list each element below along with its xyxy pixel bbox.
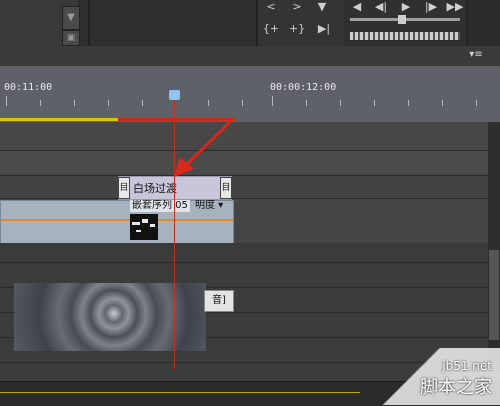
expand-down-icon[interactable]: ▼ xyxy=(62,6,80,30)
transition-left-handle[interactable]: 目 xyxy=(118,177,130,199)
arrow-annotation-icon xyxy=(174,118,234,177)
play-in-to-out-button[interactable]: ▶| xyxy=(313,22,335,36)
ruler-tick xyxy=(340,100,341,106)
jog-wheel[interactable] xyxy=(350,32,460,40)
clip-name-label: 嵌套序列 05 xyxy=(130,200,190,212)
audio-clip-tab[interactable]: 音] xyxy=(204,290,234,312)
go-to-out-button[interactable]: ▶▶ xyxy=(444,0,466,13)
clip-thumbnail xyxy=(130,214,158,240)
watermark-site: jb51.net xyxy=(442,359,492,373)
ruler-tick xyxy=(374,100,375,106)
shuttle-thumb[interactable] xyxy=(398,15,406,24)
go-to-in-button[interactable]: ◀ xyxy=(346,0,368,13)
scrollbar-thumb[interactable] xyxy=(489,250,499,340)
transition-right-handle[interactable]: 目 xyxy=(220,177,232,199)
drag-preview-image xyxy=(14,283,206,351)
ruler-tick xyxy=(476,100,477,106)
bottom-work-bar xyxy=(0,392,360,393)
ruler-tick xyxy=(74,100,75,106)
panel-divider xyxy=(88,0,90,46)
ruler-tick xyxy=(306,100,307,106)
time-ruler[interactable] xyxy=(0,66,500,122)
clip-property-dropdown[interactable]: 明度 ▾ xyxy=(195,200,223,212)
ruler-tick xyxy=(242,100,243,106)
transition-label: 白场过渡 xyxy=(133,182,177,195)
play-button[interactable]: ▶ xyxy=(395,0,417,13)
step-forward-button[interactable]: > xyxy=(288,0,306,14)
ruler-tick xyxy=(40,100,41,106)
mark-in-button[interactable]: {+ xyxy=(262,22,280,36)
ruler-tick xyxy=(208,100,209,106)
ruler-tick xyxy=(142,100,143,106)
timeline-header xyxy=(0,46,500,67)
track-row xyxy=(0,122,488,151)
ruler-tick xyxy=(442,100,443,106)
ruler-tick xyxy=(108,100,109,106)
add-marker-button[interactable]: ▼ xyxy=(313,0,331,14)
ruler-tick xyxy=(6,96,7,106)
mark-out-button[interactable]: +} xyxy=(288,22,306,36)
work-area-bar[interactable] xyxy=(0,118,118,121)
panel-menu-icon[interactable]: ▾≡ xyxy=(466,49,486,63)
ruler-tick xyxy=(408,100,409,106)
track-row xyxy=(0,176,488,199)
step-forward-frame-button[interactable]: |▶ xyxy=(420,0,442,13)
save-icon[interactable]: ▣ xyxy=(62,30,80,46)
ruler-tick xyxy=(272,96,273,106)
watermark-brand: 脚本之家 xyxy=(420,377,492,398)
site-watermark: jb51.net 脚本之家 xyxy=(420,359,492,399)
timecode-label: 00:00:12:00 xyxy=(270,82,337,93)
track-divider xyxy=(0,262,488,263)
step-back-button[interactable]: < xyxy=(262,0,280,14)
track-row xyxy=(0,151,488,176)
timecode-label: 00:11:00 xyxy=(4,82,53,93)
step-back-frame-button[interactable]: ◀| xyxy=(370,0,392,13)
playhead-marker-icon[interactable] xyxy=(169,90,180,100)
right-panel-edge xyxy=(468,0,500,46)
